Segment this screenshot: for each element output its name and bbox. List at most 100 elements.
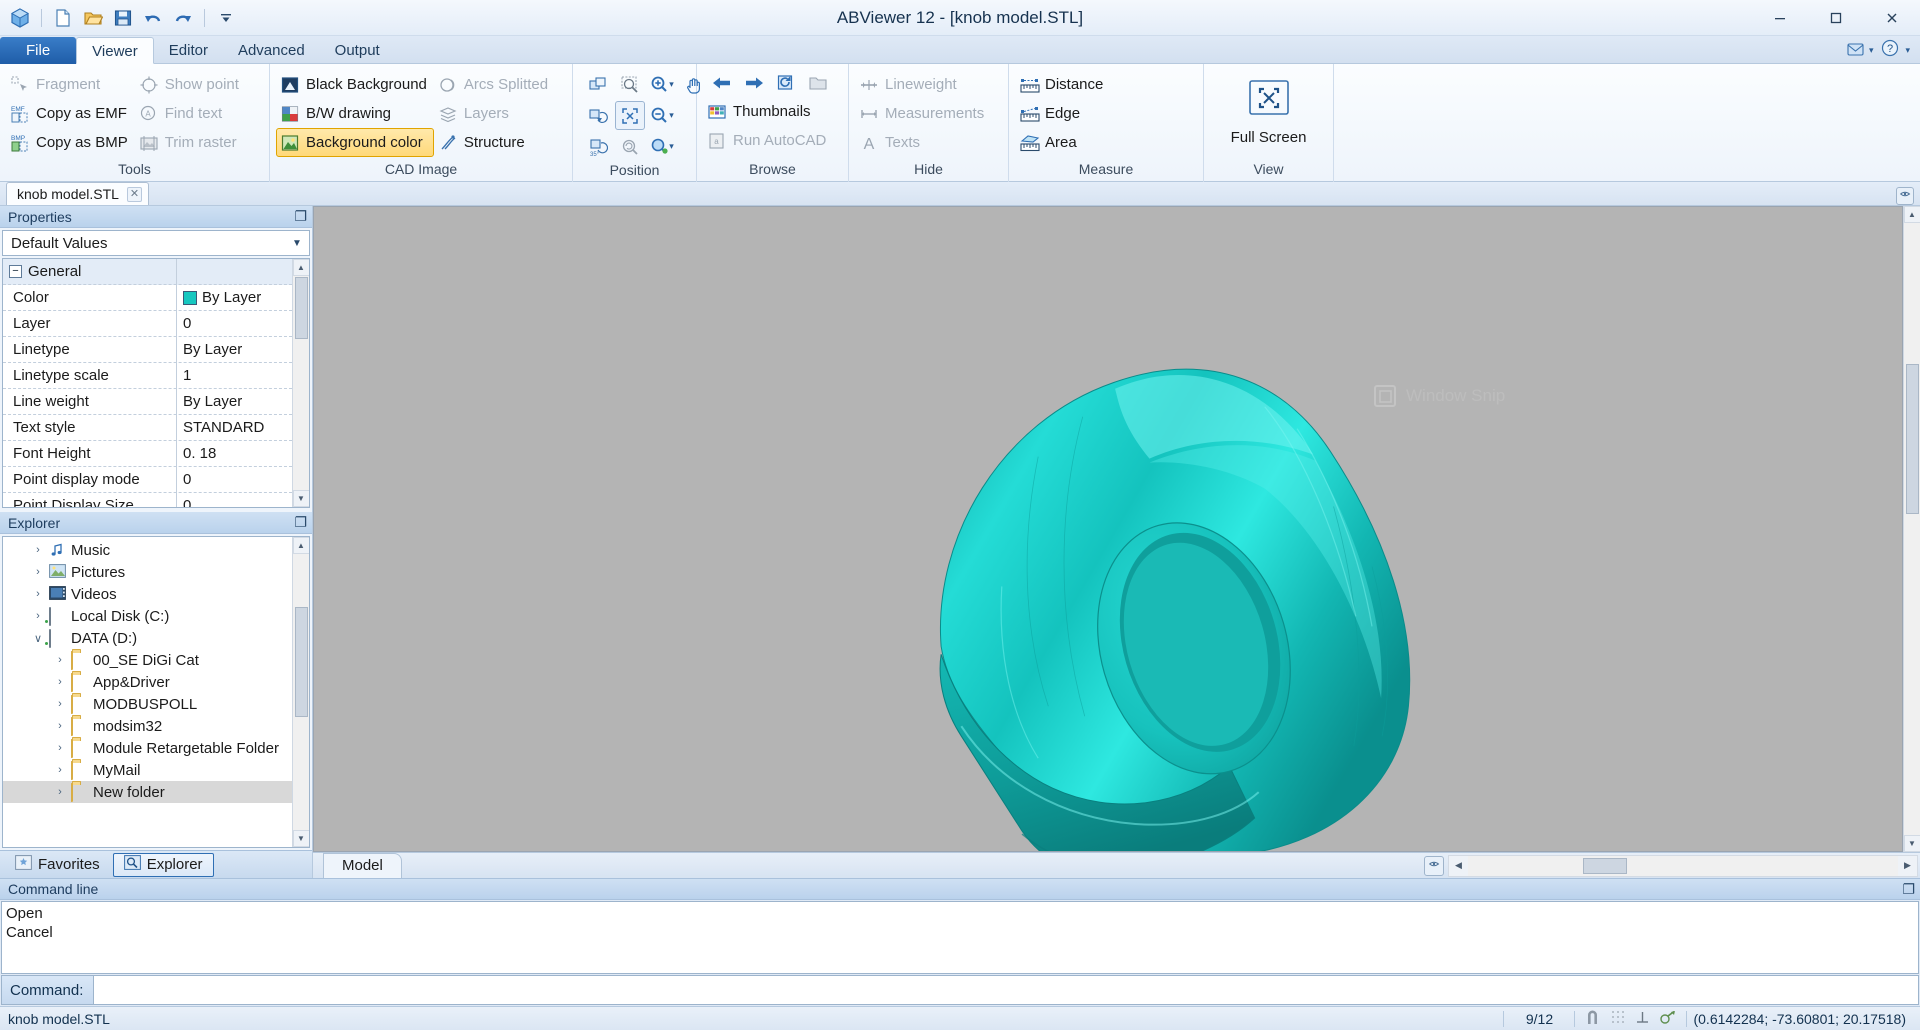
nav-forward-icon[interactable] bbox=[739, 68, 769, 97]
tree-node-modsim32[interactable]: › modsim32 bbox=[3, 715, 292, 737]
close-icon[interactable]: ✕ bbox=[126, 186, 142, 202]
tab-file[interactable]: File bbox=[0, 37, 77, 64]
area-button[interactable]: Area bbox=[1015, 128, 1110, 157]
chevron-right-icon[interactable]: › bbox=[31, 566, 45, 578]
tree-node-data-d[interactable]: ∨ DATA (D:) bbox=[3, 627, 292, 649]
tree-node-modbuspoll[interactable]: › MODBUSPOLL bbox=[3, 693, 292, 715]
trim-raster-button[interactable]: Trim raster bbox=[135, 128, 246, 157]
pin-icon[interactable]: ❐ bbox=[294, 514, 307, 531]
black-background-button[interactable]: Black Background bbox=[276, 70, 434, 99]
arcs-splitted-button[interactable]: Arcs Splitted bbox=[434, 70, 555, 99]
nav-open-folder-icon[interactable] bbox=[803, 68, 833, 97]
tree-node-module-retargetable-folder[interactable]: › Module Retargetable Folder bbox=[3, 737, 292, 759]
zoom-out-caret-icon[interactable]: ▾ bbox=[669, 110, 674, 121]
open-file-icon[interactable] bbox=[80, 5, 106, 31]
property-group-general[interactable]: − General bbox=[3, 259, 292, 285]
flip-vertical-icon[interactable] bbox=[583, 101, 613, 130]
snap-icon[interactable] bbox=[1585, 1010, 1602, 1028]
chevron-right-icon[interactable]: › bbox=[53, 720, 67, 732]
help-caret-icon[interactable]: ▾ bbox=[1905, 45, 1910, 56]
property-value[interactable]: 0 bbox=[177, 471, 292, 488]
table-row[interactable]: Line weight By Layer bbox=[3, 388, 292, 415]
tree-node-videos[interactable]: › Videos bbox=[3, 583, 292, 605]
tab-advanced[interactable]: Advanced bbox=[223, 37, 320, 64]
tab-output[interactable]: Output bbox=[320, 37, 395, 64]
rotate-35-icon[interactable]: 35° bbox=[583, 132, 613, 161]
tab-editor[interactable]: Editor bbox=[154, 37, 223, 64]
tree-node-new-folder[interactable]: › New folder bbox=[3, 781, 292, 803]
zoom-out-icon[interactable]: ▾ bbox=[647, 101, 677, 130]
property-value[interactable]: By Layer bbox=[177, 289, 292, 306]
scroll-up-icon[interactable]: ▲ bbox=[292, 259, 309, 276]
chevron-right-icon[interactable]: › bbox=[53, 698, 67, 710]
copy-as-emf-button[interactable]: EMF Copy as EMF bbox=[6, 99, 135, 128]
find-text-button[interactable]: A Find text bbox=[135, 99, 246, 128]
chevron-right-icon[interactable]: › bbox=[53, 764, 67, 776]
polar-tracking-icon[interactable] bbox=[1659, 1010, 1676, 1028]
scroll-right-icon[interactable]: ▶ bbox=[1898, 855, 1917, 876]
tree-node-pictures[interactable]: › Pictures bbox=[3, 561, 292, 583]
scroll-thumb[interactable] bbox=[294, 277, 308, 339]
full-screen-button[interactable]: Full Screen bbox=[1216, 66, 1322, 158]
scroll-thumb[interactable] bbox=[294, 607, 308, 717]
grid-icon[interactable] bbox=[1611, 1010, 1626, 1028]
collapse-icon[interactable]: − bbox=[9, 265, 22, 278]
zoom-previous-icon[interactable] bbox=[615, 132, 645, 161]
scroll-thumb[interactable] bbox=[1583, 857, 1627, 874]
show-point-button[interactable]: Show point bbox=[135, 70, 246, 99]
property-value[interactable]: 0 bbox=[177, 497, 292, 507]
property-value[interactable]: STANDARD bbox=[177, 419, 292, 436]
zoom-window-icon[interactable] bbox=[615, 70, 645, 99]
table-row[interactable]: Linetype scale 1 bbox=[3, 362, 292, 389]
property-value[interactable]: 0 bbox=[177, 315, 292, 332]
undo-icon[interactable] bbox=[140, 5, 166, 31]
chevron-right-icon[interactable]: › bbox=[53, 742, 67, 754]
model-viewport[interactable]: Window Snip bbox=[313, 206, 1903, 852]
property-value[interactable]: 1 bbox=[177, 367, 292, 384]
table-row[interactable]: Font Height 0. 18 bbox=[3, 440, 292, 467]
table-row[interactable]: Layer 0 bbox=[3, 310, 292, 337]
edge-button[interactable]: Edge bbox=[1015, 99, 1110, 128]
run-autocad-button[interactable]: a Run AutoCAD bbox=[703, 126, 842, 155]
model-options-icon[interactable] bbox=[1424, 855, 1444, 876]
scroll-up-icon[interactable]: ▲ bbox=[1903, 206, 1920, 223]
bw-drawing-button[interactable]: B/W drawing bbox=[276, 99, 434, 128]
zoom-in-icon[interactable]: ▾ bbox=[647, 70, 677, 99]
structure-button[interactable]: Structure bbox=[434, 128, 555, 157]
minimize-button[interactable] bbox=[1752, 0, 1808, 36]
explorer-scrollbar[interactable]: ▲ ▼ bbox=[292, 537, 309, 847]
account-icon[interactable]: ▾ bbox=[1847, 41, 1874, 59]
new-file-icon[interactable] bbox=[50, 5, 76, 31]
measurements-button[interactable]: Measurements bbox=[855, 99, 991, 128]
zoom-dynamic-caret-icon[interactable]: ▾ bbox=[669, 141, 674, 152]
tab-explorer[interactable]: Explorer bbox=[112, 852, 214, 877]
tab-viewer[interactable]: Viewer bbox=[76, 37, 154, 64]
scroll-track[interactable] bbox=[1468, 856, 1898, 876]
scroll-left-icon[interactable]: ◀ bbox=[1449, 855, 1468, 876]
tree-node-app-driver[interactable]: › App&Driver bbox=[3, 671, 292, 693]
properties-scrollbar[interactable]: ▲ ▼ bbox=[292, 259, 309, 507]
chevron-right-icon[interactable]: › bbox=[31, 544, 45, 556]
pin-icon[interactable]: ❐ bbox=[294, 208, 307, 225]
scroll-up-icon[interactable]: ▲ bbox=[292, 537, 309, 554]
account-caret-icon[interactable]: ▾ bbox=[1869, 45, 1874, 56]
chevron-right-icon[interactable]: › bbox=[53, 676, 67, 688]
close-button[interactable] bbox=[1864, 0, 1920, 36]
property-value[interactable]: By Layer bbox=[177, 393, 292, 410]
chevron-down-icon[interactable]: ▼ bbox=[287, 232, 307, 254]
scroll-down-icon[interactable]: ▼ bbox=[1903, 835, 1920, 852]
tree-node-mymail[interactable]: › MyMail bbox=[3, 759, 292, 781]
thumbnails-button[interactable]: Thumbnails bbox=[703, 97, 842, 126]
flip-horizontal-icon[interactable] bbox=[583, 70, 613, 99]
ortho-icon[interactable] bbox=[1635, 1010, 1650, 1028]
properties-selector[interactable]: Default Values ▼ bbox=[2, 230, 310, 256]
customize-qat-icon[interactable] bbox=[213, 5, 239, 31]
canvas-horizontal-scrollbar[interactable]: ◀ ▶ bbox=[1448, 854, 1918, 877]
tree-node-00-se-digi-cat[interactable]: › 00_SE DiGi Cat bbox=[3, 649, 292, 671]
help-icon[interactable]: ? bbox=[1881, 39, 1899, 61]
chevron-right-icon[interactable]: › bbox=[53, 654, 67, 666]
zoom-dynamic-icon[interactable]: ▾ bbox=[647, 132, 677, 161]
texts-button[interactable]: A Texts bbox=[855, 128, 991, 157]
chevron-right-icon[interactable]: › bbox=[31, 610, 45, 622]
table-row[interactable]: Point Display Size 0 bbox=[3, 492, 292, 507]
